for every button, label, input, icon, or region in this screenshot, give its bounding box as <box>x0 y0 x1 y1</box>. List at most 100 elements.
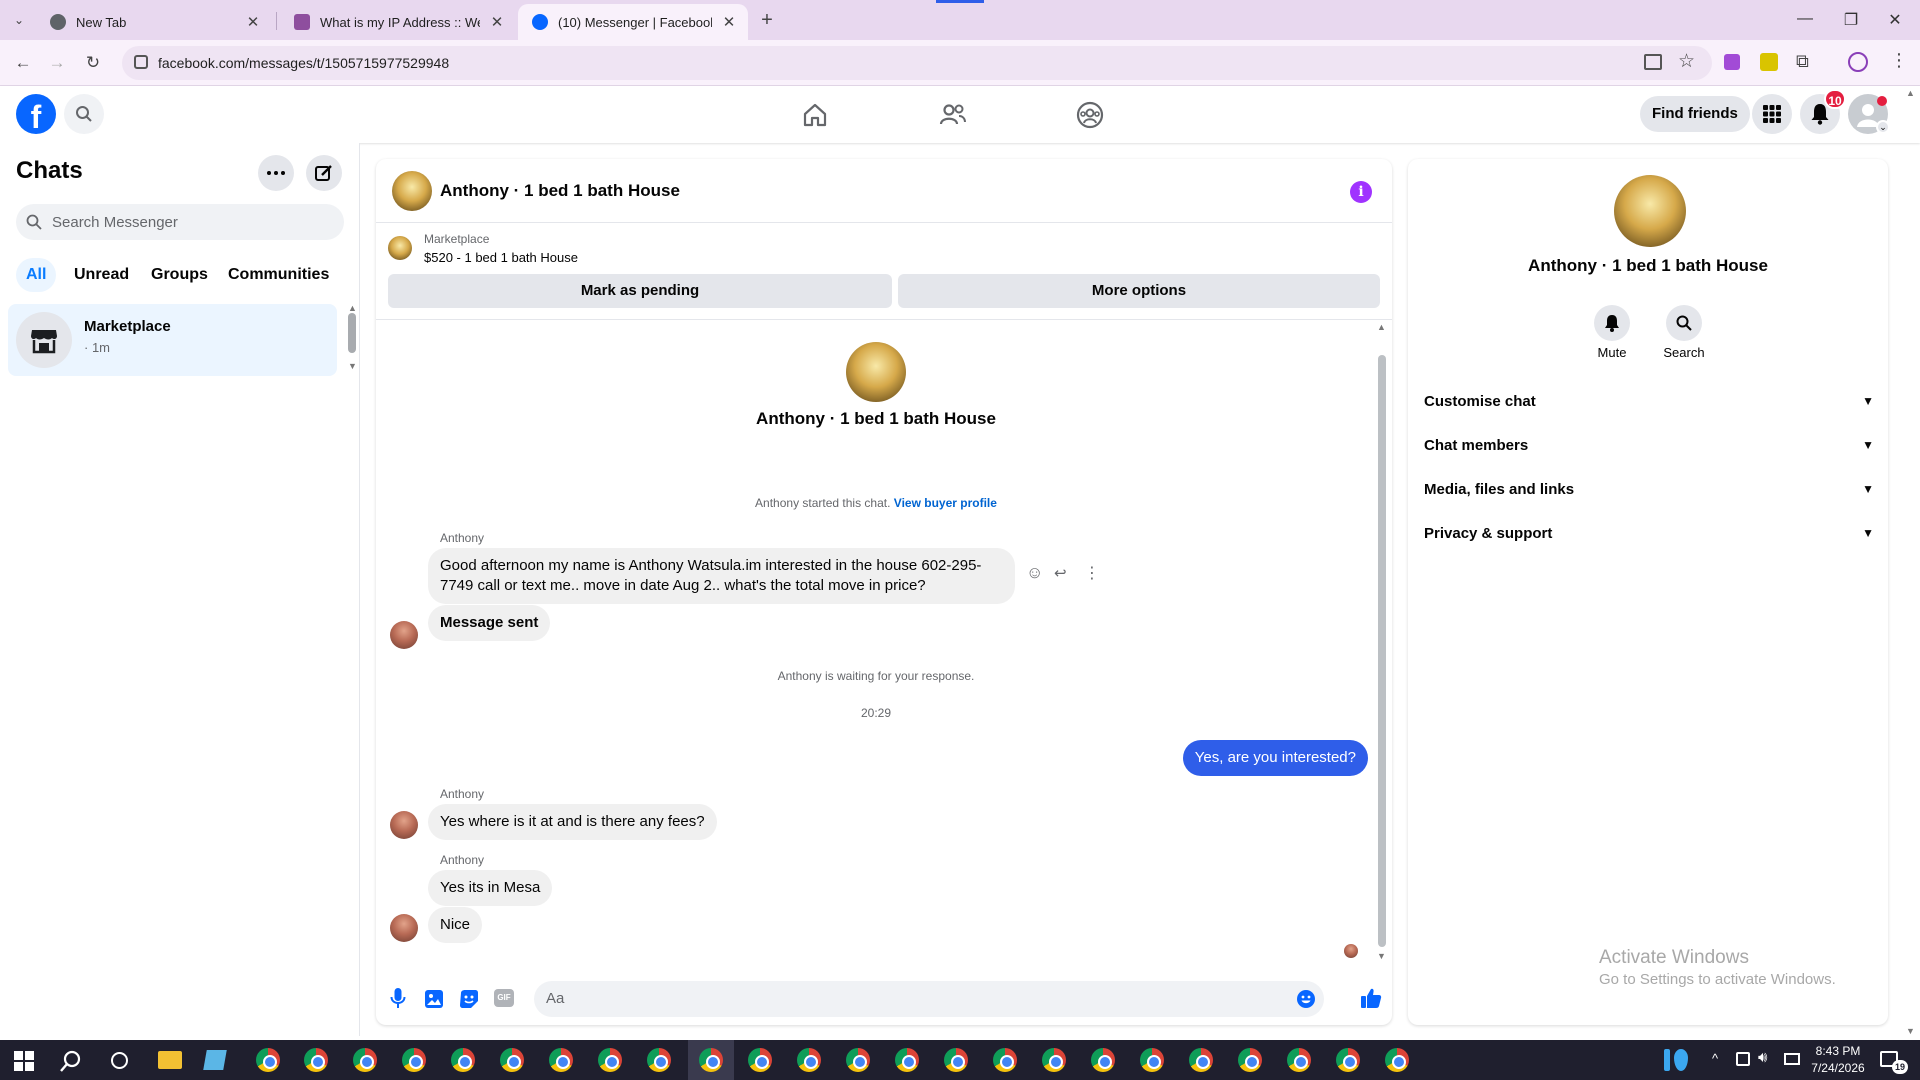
chrome-icon[interactable] <box>846 1048 870 1072</box>
close-window-button[interactable]: ✕ <box>1880 10 1910 30</box>
conversation-title[interactable]: Anthony · 1 bed 1 bath House <box>440 181 680 201</box>
chrome-icon[interactable] <box>549 1048 573 1072</box>
back-icon[interactable]: ← <box>10 50 36 76</box>
sticker-icon[interactable] <box>459 989 479 1009</box>
forward-icon[interactable]: → <box>44 50 70 76</box>
chrome-icon[interactable] <box>993 1048 1017 1072</box>
tab-new-tab[interactable]: New Tab ✕ <box>36 4 272 40</box>
water-drop-icon[interactable] <box>1674 1049 1688 1071</box>
page-scroll-up-icon[interactable]: ▲ <box>1906 88 1915 98</box>
reload-icon[interactable]: ↻ <box>80 50 106 76</box>
emoji-icon[interactable] <box>1296 989 1316 1009</box>
filter-unread[interactable]: Unread <box>64 258 139 292</box>
extension-icon[interactable] <box>1760 53 1778 71</box>
chrome-icon[interactable] <box>1238 1048 1262 1072</box>
chrome-icon[interactable] <box>895 1048 919 1072</box>
menu-grid-icon[interactable] <box>1752 94 1792 134</box>
scroll-down-icon[interactable]: ▼ <box>1377 951 1386 961</box>
scroll-up-icon[interactable]: ▲ <box>1377 322 1386 332</box>
restore-button[interactable]: ❐ <box>1836 10 1866 30</box>
home-icon[interactable] <box>795 98 835 132</box>
new-message-button[interactable] <box>306 155 342 191</box>
bookmark-star-icon[interactable]: ☆ <box>1678 50 1695 73</box>
chrome-icon[interactable] <box>1385 1048 1409 1072</box>
incoming-message[interactable]: Message sent <box>428 605 551 641</box>
groups-icon[interactable] <box>1070 98 1110 132</box>
filter-all[interactable]: All <box>16 258 57 292</box>
mark-as-pending-button[interactable]: Mark as pending <box>388 274 892 308</box>
media-files-links-section[interactable]: Media, files and links ▼ <box>1424 469 1874 509</box>
privacy-support-section[interactable]: Privacy & support ▼ <box>1424 513 1874 553</box>
photo-icon[interactable] <box>424 989 444 1009</box>
network-icon[interactable] <box>1736 1052 1750 1066</box>
outgoing-message[interactable]: Yes, are you interested? <box>1182 740 1368 776</box>
chrome-icon[interactable] <box>1287 1048 1311 1072</box>
tab-messenger[interactable]: (10) Messenger | Facebook ✕ <box>518 4 748 40</box>
extensions-puzzle-icon[interactable]: ⧉ <box>1796 51 1809 72</box>
incoming-message[interactable]: Yes where is it at and is there any fees… <box>428 804 717 840</box>
chrome-icon[interactable] <box>699 1048 723 1072</box>
new-tab-button[interactable]: + <box>754 7 780 33</box>
chrome-icon[interactable] <box>1140 1048 1164 1072</box>
more-options-button[interactable]: More options <box>898 274 1380 308</box>
contact-avatar[interactable] <box>392 171 432 211</box>
chat-list-item[interactable]: Marketplace · 1m <box>8 304 337 376</box>
search-icon[interactable] <box>64 94 104 134</box>
intro-avatar[interactable] <box>846 342 906 402</box>
incoming-message[interactable]: Good afternoon my name is Anthony Watsul… <box>428 548 1015 604</box>
chrome-icon[interactable] <box>353 1048 377 1072</box>
customise-chat-section[interactable]: Customise chat ▼ <box>1424 381 1874 421</box>
sender-avatar[interactable] <box>390 621 418 649</box>
view-buyer-profile-link[interactable]: View buyer profile <box>894 496 997 510</box>
browser-menu-icon[interactable]: ⋮ <box>1890 50 1908 71</box>
thread-scrollbar[interactable] <box>1378 355 1386 947</box>
scroll-down-icon[interactable]: ▼ <box>348 361 357 371</box>
task-view-icon[interactable] <box>111 1052 128 1069</box>
chrome-icon[interactable] <box>500 1048 524 1072</box>
friends-icon[interactable] <box>933 98 973 132</box>
chats-options-button[interactable] <box>258 155 294 191</box>
chrome-icon[interactable] <box>647 1048 671 1072</box>
chrome-icon[interactable] <box>1042 1048 1066 1072</box>
tab-close-icon[interactable]: ✕ <box>488 13 506 31</box>
chrome-icon[interactable] <box>944 1048 968 1072</box>
notes-app-icon[interactable] <box>203 1050 227 1070</box>
extension-icon[interactable] <box>1724 54 1740 70</box>
chat-list-scrollbar[interactable] <box>348 313 356 353</box>
widget-icon[interactable] <box>1664 1049 1670 1071</box>
search-in-conversation-button[interactable] <box>1666 305 1702 341</box>
sender-avatar[interactable] <box>390 811 418 839</box>
info-icon[interactable]: i <box>1350 181 1372 203</box>
find-friends-button[interactable]: Find friends <box>1640 96 1750 132</box>
clock-date[interactable]: 7/24/2026 <box>1806 1061 1870 1075</box>
chrome-icon[interactable] <box>402 1048 426 1072</box>
listing-thumbnail[interactable] <box>388 236 412 260</box>
chrome-icon[interactable] <box>1189 1048 1213 1072</box>
scroll-up-icon[interactable]: ▲ <box>348 303 357 313</box>
chrome-icon[interactable] <box>256 1048 280 1072</box>
site-info-icon[interactable] <box>134 55 148 69</box>
file-explorer-icon[interactable] <box>158 1051 182 1069</box>
gif-icon[interactable]: GIF <box>494 989 514 1007</box>
chrome-icon[interactable] <box>1336 1048 1360 1072</box>
search-messenger-input[interactable]: Search Messenger <box>16 204 344 240</box>
windows-start-icon[interactable] <box>14 1051 34 1071</box>
facebook-logo[interactable]: f <box>16 94 56 135</box>
tab-ip-address[interactable]: What is my IP Address :: WebBr ✕ <box>280 4 516 40</box>
filter-communities[interactable]: Communities <box>218 258 339 292</box>
tab-search-chevron-icon[interactable]: ⌄ <box>6 7 32 33</box>
contact-profile-avatar[interactable] <box>1614 175 1686 247</box>
url-text[interactable]: facebook.com/messages/t/1505715977529948 <box>158 55 449 71</box>
tab-close-icon[interactable]: ✕ <box>720 13 738 31</box>
chat-members-section[interactable]: Chat members ▼ <box>1424 425 1874 465</box>
page-scroll-down-icon[interactable]: ▼ <box>1906 1026 1915 1036</box>
sender-avatar[interactable] <box>390 914 418 942</box>
chrome-icon[interactable] <box>451 1048 475 1072</box>
display-icon[interactable] <box>1784 1053 1800 1065</box>
chrome-icon[interactable] <box>304 1048 328 1072</box>
chrome-icon[interactable] <box>598 1048 622 1072</box>
account-chevron-icon[interactable]: ⌄ <box>1876 120 1890 134</box>
incoming-message[interactable]: Yes its in Mesa <box>428 870 553 906</box>
filter-groups[interactable]: Groups <box>141 258 218 292</box>
chrome-icon[interactable] <box>797 1048 821 1072</box>
